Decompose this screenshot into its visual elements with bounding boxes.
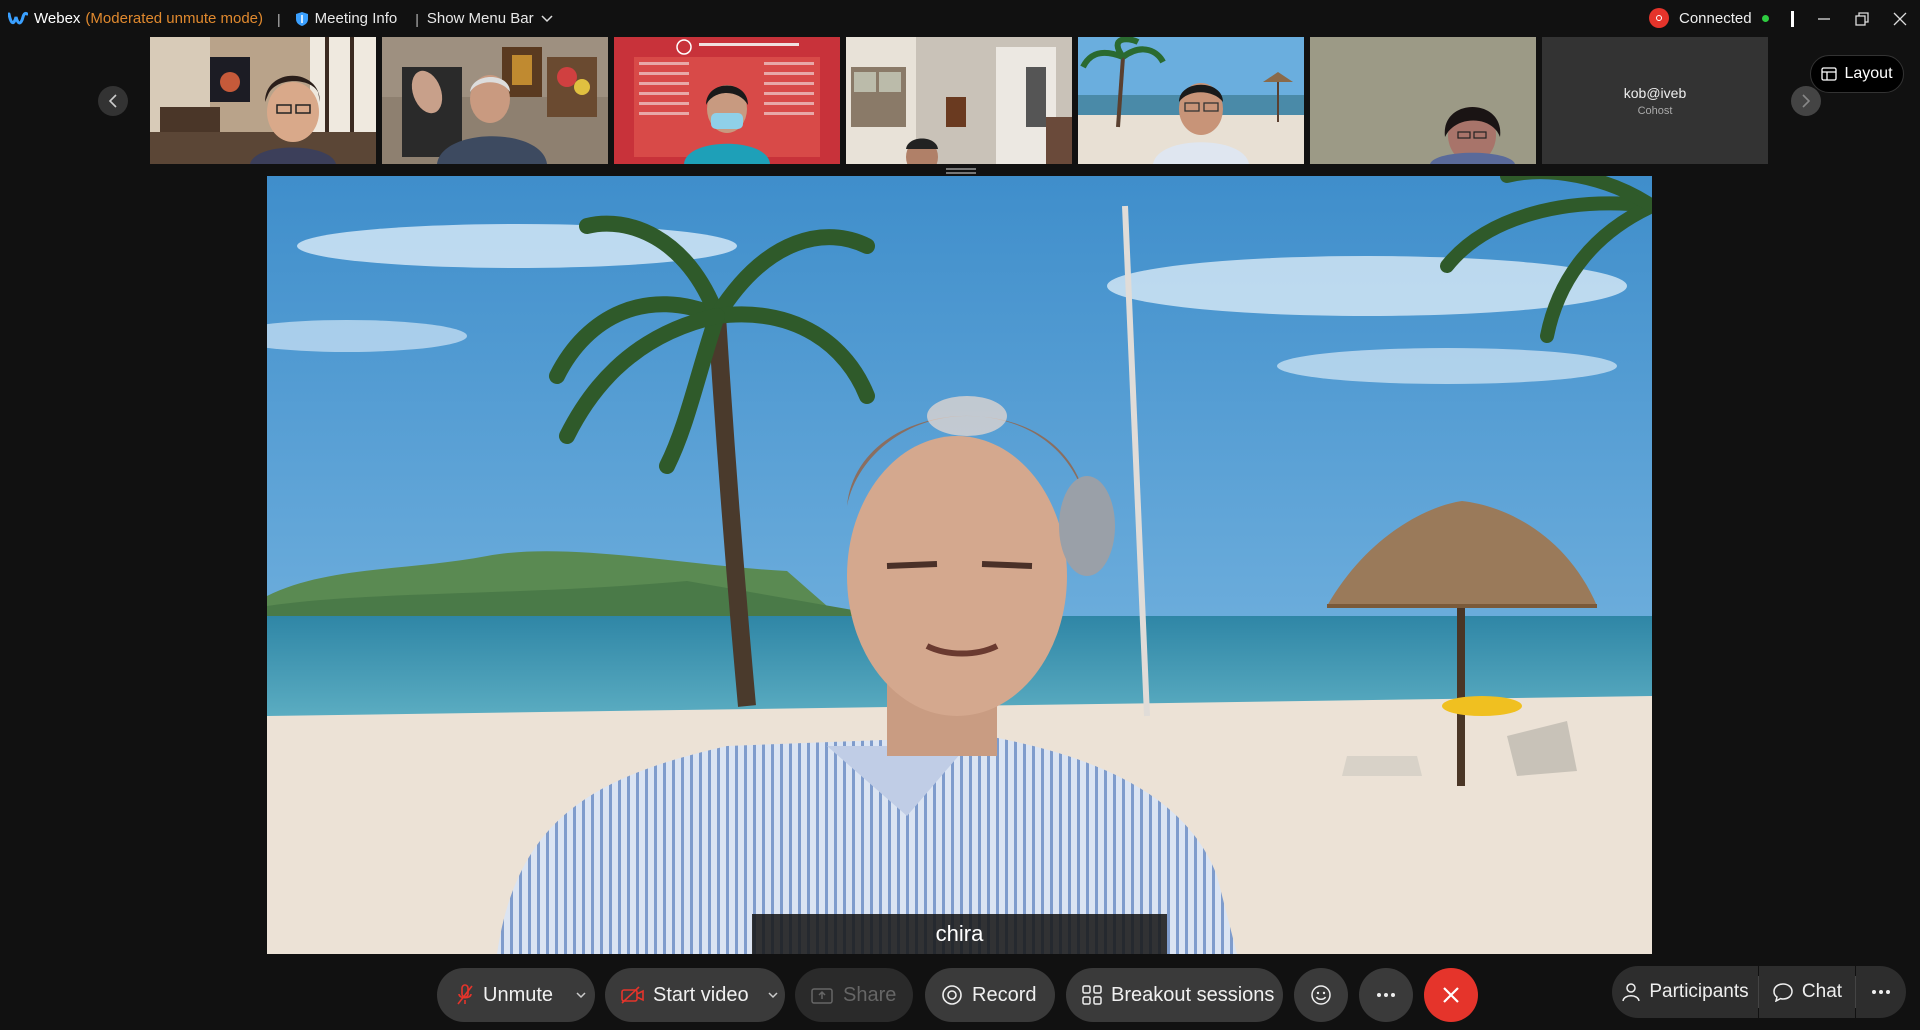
start-video-button[interactable]: Start video xyxy=(605,968,785,1022)
strip-resize-handle[interactable] xyxy=(946,168,976,170)
app-title: Webex (Moderated unmute mode) xyxy=(8,10,263,27)
titlebar-divider xyxy=(1791,11,1794,27)
participants-label: Participants xyxy=(1649,981,1749,1002)
layout-icon xyxy=(1821,67,1838,81)
participant-name: kob@iveb xyxy=(1623,84,1687,101)
panel-more-button[interactable] xyxy=(1856,966,1906,1018)
chat-button[interactable]: Chat xyxy=(1759,966,1855,1018)
separator: | xyxy=(415,10,419,27)
participant-thumbnail[interactable] xyxy=(614,37,840,164)
chevron-down-icon[interactable] xyxy=(575,990,587,1000)
connection-status-label: Connected xyxy=(1679,9,1752,27)
separator: | xyxy=(277,10,281,27)
webex-logo-icon xyxy=(8,11,28,24)
participant-video xyxy=(382,37,608,164)
participant-thumbnail[interactable] xyxy=(846,37,1072,164)
participant-role: Cohost xyxy=(1637,104,1673,117)
participant-thumbnail[interactable] xyxy=(1078,37,1304,164)
start-video-label: Start video xyxy=(653,983,749,1006)
recording-indicator-icon xyxy=(1649,8,1669,28)
breakout-label: Breakout sessions xyxy=(1111,983,1275,1006)
participant-video xyxy=(846,37,1072,164)
app-name: Webex xyxy=(34,10,81,27)
share-icon xyxy=(811,988,833,1004)
chevron-down-icon[interactable] xyxy=(767,990,779,1000)
emoji-icon xyxy=(1311,985,1331,1005)
active-speaker-video[interactable] xyxy=(267,176,1652,954)
speaker-name-tag: chira xyxy=(752,914,1167,954)
strip-resize-handle-line xyxy=(946,172,976,174)
participants-button[interactable]: Participants xyxy=(1612,966,1758,1018)
unmute-button[interactable]: Unmute xyxy=(437,968,595,1022)
shield-icon xyxy=(295,11,308,26)
minimize-icon xyxy=(1818,17,1830,20)
more-options-button[interactable] xyxy=(1359,968,1413,1022)
connected-dot-icon xyxy=(1761,14,1769,22)
record-button[interactable]: Record xyxy=(925,968,1055,1022)
breakout-sessions-button[interactable]: Breakout sessions xyxy=(1066,968,1283,1022)
close-icon xyxy=(1443,987,1459,1003)
thumbnails-prev-button[interactable] xyxy=(98,86,128,116)
video-off-icon xyxy=(621,986,644,1004)
breakout-icon xyxy=(1082,985,1102,1005)
close-window-button[interactable] xyxy=(1881,0,1919,37)
leave-meeting-button[interactable] xyxy=(1424,968,1478,1022)
chevron-left-icon xyxy=(108,94,117,108)
speaker-name: chira xyxy=(935,921,984,946)
unmute-label: Unmute xyxy=(483,983,554,1006)
thumbnails-next-button[interactable] xyxy=(1791,86,1821,116)
chevron-down-icon xyxy=(541,14,553,22)
reactions-button[interactable] xyxy=(1294,968,1348,1022)
participant-video xyxy=(1310,37,1536,164)
chevron-right-icon xyxy=(1802,94,1811,108)
restore-icon xyxy=(1855,11,1869,26)
participant-video xyxy=(1078,37,1304,164)
more-icon xyxy=(1872,990,1890,994)
share-button[interactable]: Share xyxy=(795,968,913,1022)
connection-status[interactable]: Connected xyxy=(1649,8,1769,28)
speaker-video-frame xyxy=(267,176,1652,954)
share-label: Share xyxy=(843,983,897,1006)
participant-thumbnail[interactable] xyxy=(382,37,608,164)
layout-button[interactable]: Layout xyxy=(1810,55,1904,93)
chat-icon xyxy=(1773,983,1793,1002)
title-bar: Webex (Moderated unmute mode) | Meeting … xyxy=(0,0,1920,37)
record-icon xyxy=(942,985,962,1005)
record-label: Record xyxy=(972,983,1037,1006)
more-icon xyxy=(1377,993,1395,997)
restore-button[interactable] xyxy=(1843,0,1881,37)
person-icon xyxy=(1622,983,1641,1002)
participant-thumbnail[interactable] xyxy=(1310,37,1536,164)
meeting-info-button[interactable]: Meeting Info xyxy=(295,10,398,27)
participant-video xyxy=(150,37,376,164)
close-icon xyxy=(1893,12,1907,25)
microphone-muted-icon xyxy=(457,984,473,1005)
minimize-button[interactable] xyxy=(1805,0,1843,37)
layout-label: Layout xyxy=(1844,65,1893,82)
show-menu-bar-button[interactable]: Show Menu Bar xyxy=(427,10,554,27)
meeting-info-label: Meeting Info xyxy=(314,10,398,27)
participant-thumbnail-cohost[interactable]: kob@iveb Cohost xyxy=(1542,37,1768,164)
participant-thumbnail[interactable] xyxy=(150,37,376,164)
show-menu-bar-label: Show Menu Bar xyxy=(426,10,534,27)
moderated-mode-label: (Moderated unmute mode) xyxy=(85,10,264,27)
participant-video xyxy=(614,37,840,164)
chat-label: Chat xyxy=(1801,981,1843,1002)
